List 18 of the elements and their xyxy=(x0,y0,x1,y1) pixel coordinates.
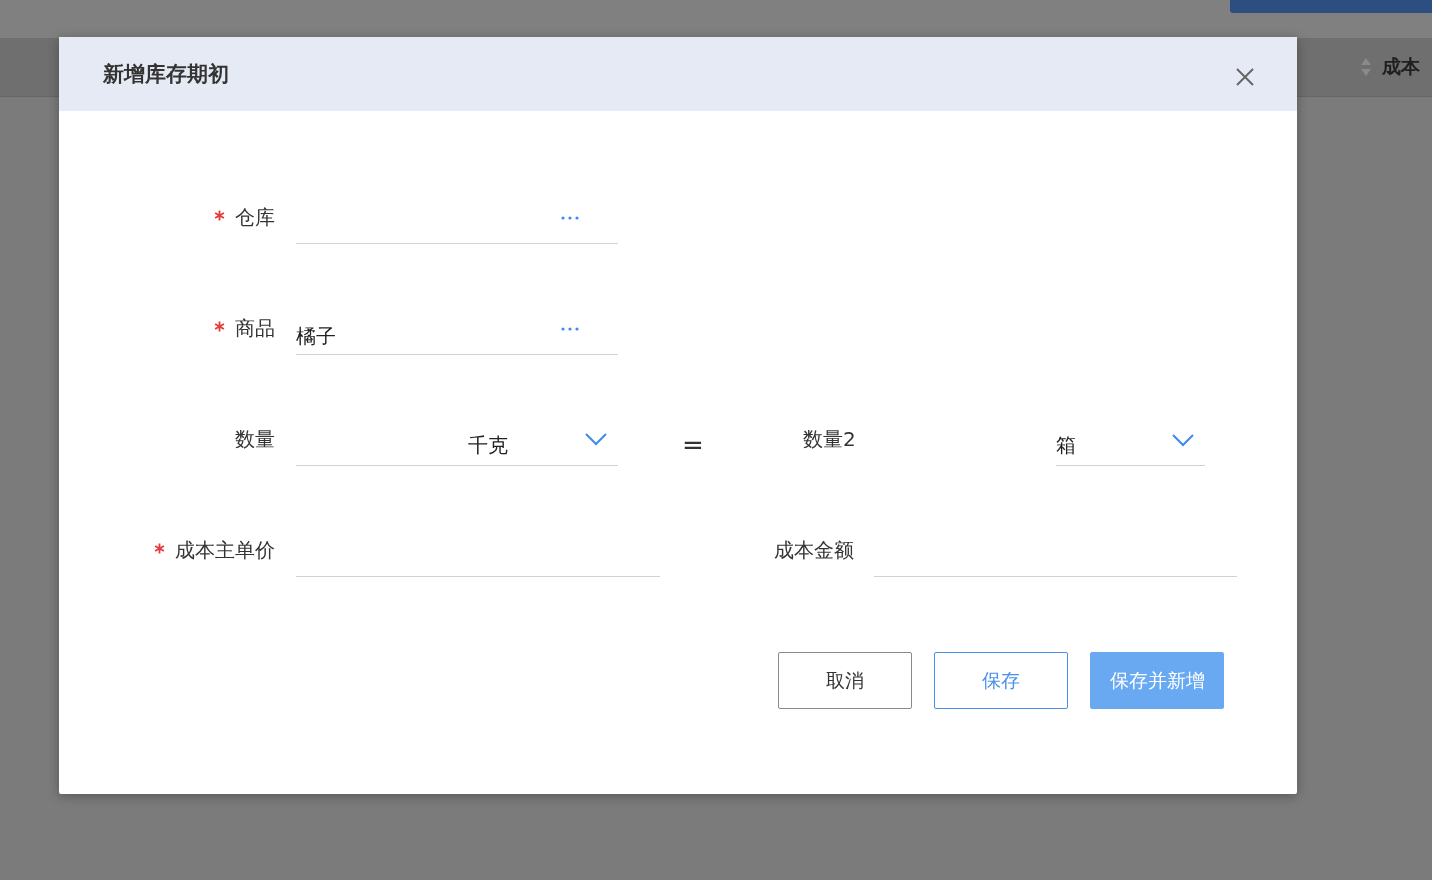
cancel-button[interactable]: 取消 xyxy=(778,652,912,709)
field-label: 成本主单价 xyxy=(175,537,275,564)
equals-sign: = xyxy=(682,430,704,460)
chevron-down-icon[interactable] xyxy=(584,432,608,446)
close-icon[interactable] xyxy=(1235,67,1255,87)
column-header: 成本 xyxy=(1382,54,1420,79)
field-label: 数量2 xyxy=(803,426,856,453)
unit-select[interactable]: 千克 xyxy=(468,425,618,465)
more-icon[interactable] xyxy=(560,215,580,220)
field-label: 成本金额 xyxy=(774,537,854,564)
more-icon[interactable] xyxy=(560,326,580,331)
dialog-title: 新增库存期初 xyxy=(103,61,229,88)
field-label: 仓库 xyxy=(235,204,275,231)
chevron-down-icon[interactable] xyxy=(1171,432,1195,447)
field-label: 商品 xyxy=(235,315,275,342)
input-field[interactable]: 橘子 xyxy=(296,315,618,355)
unit-select[interactable]: 箱 xyxy=(1056,426,1205,466)
field-label: 数量 xyxy=(235,426,275,453)
